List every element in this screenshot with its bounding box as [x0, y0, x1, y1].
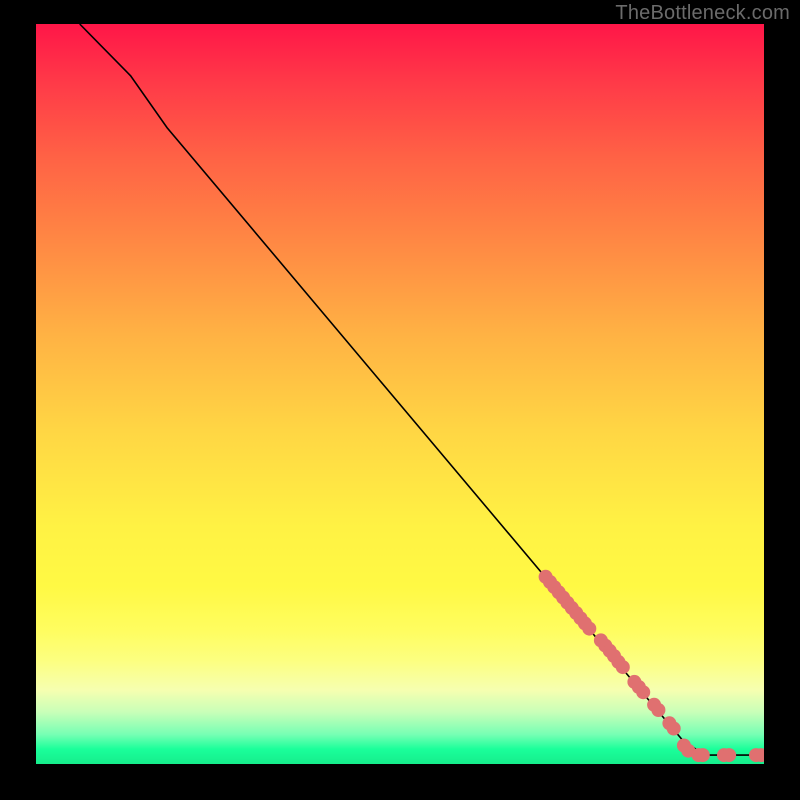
- data-point: [607, 649, 621, 663]
- chart-overlay-svg: [36, 24, 764, 764]
- data-point: [611, 655, 625, 669]
- data-point: [632, 680, 646, 694]
- data-point: [627, 675, 641, 689]
- data-point: [651, 703, 665, 717]
- data-point: [556, 591, 570, 605]
- data-point: [616, 660, 630, 674]
- data-point: [547, 580, 561, 594]
- data-point: [539, 570, 553, 584]
- data-point: [722, 748, 736, 762]
- data-point: [598, 639, 612, 653]
- data-point: [552, 585, 566, 599]
- data-point: [717, 748, 731, 762]
- data-point: [647, 698, 661, 712]
- data-point: [754, 748, 764, 762]
- data-point: [565, 601, 579, 615]
- watermark-label: TheBottleneck.com: [615, 2, 790, 25]
- data-point-group: [539, 570, 764, 762]
- data-point: [667, 722, 681, 736]
- data-point: [574, 611, 588, 625]
- chart-gradient-area: [36, 24, 764, 764]
- data-point: [636, 685, 650, 699]
- data-point: [677, 739, 691, 753]
- data-point: [603, 644, 617, 658]
- data-point: [696, 748, 710, 762]
- data-point: [543, 575, 557, 589]
- data-point: [681, 744, 695, 758]
- data-point: [560, 596, 574, 610]
- data-point: [692, 748, 706, 762]
- data-point: [594, 633, 608, 647]
- data-point: [582, 622, 596, 636]
- data-point: [569, 606, 583, 620]
- bottleneck-curve: [80, 24, 764, 755]
- data-point: [662, 716, 676, 730]
- data-point: [749, 748, 763, 762]
- data-point: [578, 616, 592, 630]
